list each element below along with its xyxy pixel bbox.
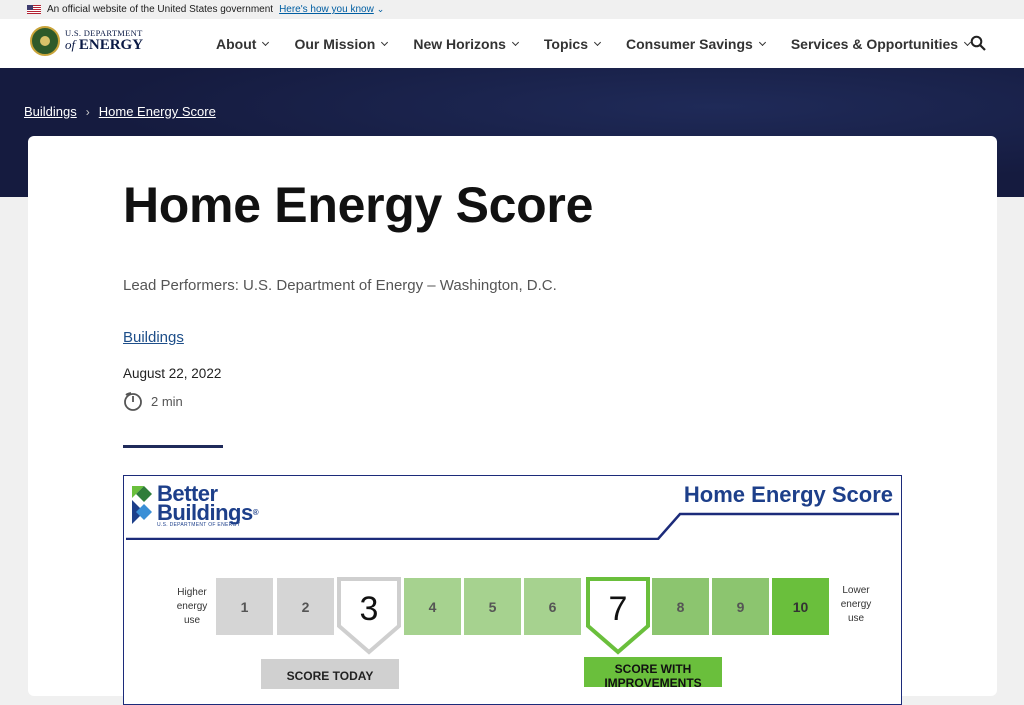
score-improved-number: 7 — [608, 590, 628, 628]
nav-new-horizons-label: New Horizons — [413, 35, 506, 52]
chevron-right-icon: › — [85, 104, 90, 119]
score-today-number: 3 — [359, 590, 379, 628]
nav-our-mission[interactable]: Our Mission — [294, 35, 389, 52]
score-box: 9 — [712, 578, 769, 635]
home-energy-score-graphic: Better Buildings® U.S. DEPARTMENT OF ENE… — [123, 475, 902, 705]
divider — [123, 445, 223, 448]
nav-topics-label: Topics — [543, 35, 588, 52]
read-time: 2 min — [123, 391, 183, 411]
score-improved-tag-line1: SCORE WITH — [614, 662, 692, 676]
score-box: 4 — [404, 578, 461, 635]
logo-energy: of ENERGY — [65, 36, 144, 53]
graphic-title: Home Energy Score — [683, 482, 893, 507]
score-box: 1 — [216, 578, 273, 635]
nav-services-label: Services & Opportunities — [790, 35, 959, 52]
article-card: Home Energy Score Lead Performers: U.S. … — [28, 136, 997, 705]
chevron-down-icon — [593, 38, 602, 46]
chevron-down-icon[interactable]: ⌄ — [377, 4, 385, 15]
score-box: 2 — [277, 578, 334, 635]
gov-banner: An official website of the United States… — [0, 0, 1024, 19]
chevron-down-icon — [758, 38, 766, 46]
nav-our-mission-label: Our Mission — [294, 35, 376, 52]
breadcrumb: Buildings › Home Energy Score — [24, 104, 216, 119]
publish-date: August 22, 2022 — [123, 366, 222, 381]
doe-seal-icon — [30, 26, 60, 56]
breadcrumb-home-energy-score[interactable]: Home Energy Score — [99, 104, 216, 119]
logo-wordmark: U.S. DEPARTMENT of ENERGY — [65, 29, 143, 53]
score-box: 8 — [652, 578, 709, 635]
topic-link-buildings[interactable]: Buildings — [123, 329, 184, 346]
how-you-know-link[interactable]: Here's how you know — [279, 4, 374, 15]
nav-services-opportunities[interactable]: Services & Opportunities — [790, 35, 972, 52]
score-today-tag: SCORE TODAY — [261, 659, 399, 689]
lower-energy-label: Lower energy use — [840, 585, 872, 624]
score-improved-tag-line2: IMPROVEMENTS — [604, 676, 702, 690]
nav-new-horizons[interactable]: New Horizons — [413, 35, 519, 52]
nav-topics[interactable]: Topics — [543, 35, 602, 52]
header-swoosh-line — [126, 512, 899, 540]
lead-performers: Lead Performers: U.S. Department of Ener… — [123, 277, 557, 294]
higher-energy-label: Higher energy use — [176, 587, 208, 626]
page-title: Home Energy Score — [123, 177, 594, 233]
search-icon[interactable] — [970, 35, 986, 51]
nav-consumer-savings-label: Consumer Savings — [626, 35, 753, 52]
score-box: 10 — [772, 578, 829, 635]
logo-of: of — [65, 36, 76, 52]
us-flag-icon — [27, 5, 41, 14]
site-header: U.S. DEPARTMENT of ENERGY About Our Miss… — [0, 19, 1024, 68]
main-nav: About Our Mission New Horizons Topics Co… — [216, 19, 996, 68]
chevron-down-icon — [381, 38, 389, 46]
timer-icon — [124, 392, 142, 411]
chevron-down-icon — [511, 38, 519, 46]
score-box: 6 — [524, 578, 581, 635]
read-time-label: 2 min — [151, 393, 183, 409]
chevron-down-icon — [262, 38, 270, 46]
nav-about-label: About — [216, 35, 257, 52]
score-box: 5 — [464, 578, 521, 635]
gov-banner-text: An official website of the United States… — [47, 4, 274, 15]
doe-logo[interactable]: U.S. DEPARTMENT of ENERGY — [30, 26, 143, 56]
logo-energy-text: ENERGY — [78, 36, 144, 53]
breadcrumb-buildings[interactable]: Buildings — [24, 104, 77, 119]
nav-about[interactable]: About — [216, 35, 270, 52]
nav-consumer-savings[interactable]: Consumer Savings — [626, 35, 766, 52]
score-scale: Higher energy use 1 2 3 4 5 6 7 8 9 10 L… — [124, 576, 901, 655]
